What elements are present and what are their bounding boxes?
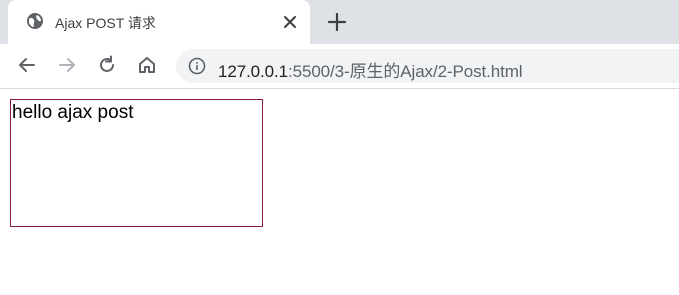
tab-strip: Ajax POST 请求 <box>0 0 679 44</box>
page-content: hello ajax post <box>0 90 679 295</box>
info-icon[interactable] <box>188 57 206 75</box>
url-text[interactable]: 127.0.0.1:5500/3-原生的Ajax/2-Post.html <box>218 57 523 82</box>
result-box: hello ajax post <box>10 99 263 227</box>
browser-toolbar: 127.0.0.1:5500/3-原生的Ajax/2-Post.html <box>0 44 679 89</box>
close-icon[interactable] <box>280 12 300 32</box>
globe-icon <box>27 13 43 29</box>
home-icon[interactable] <box>136 54 158 76</box>
tab-title: Ajax POST 请求 <box>55 15 156 31</box>
forward-arrow-icon[interactable] <box>56 54 78 76</box>
url-host: 127.0.0.1 <box>218 62 288 81</box>
tab-active[interactable]: Ajax POST 请求 <box>8 0 310 44</box>
new-tab-plus-icon[interactable] <box>326 11 348 33</box>
back-arrow-icon[interactable] <box>16 54 38 76</box>
address-bar[interactable]: 127.0.0.1:5500/3-原生的Ajax/2-Post.html <box>176 49 679 83</box>
url-path: :5500/3-原生的Ajax/2-Post.html <box>288 62 523 81</box>
reload-icon[interactable] <box>96 54 118 76</box>
